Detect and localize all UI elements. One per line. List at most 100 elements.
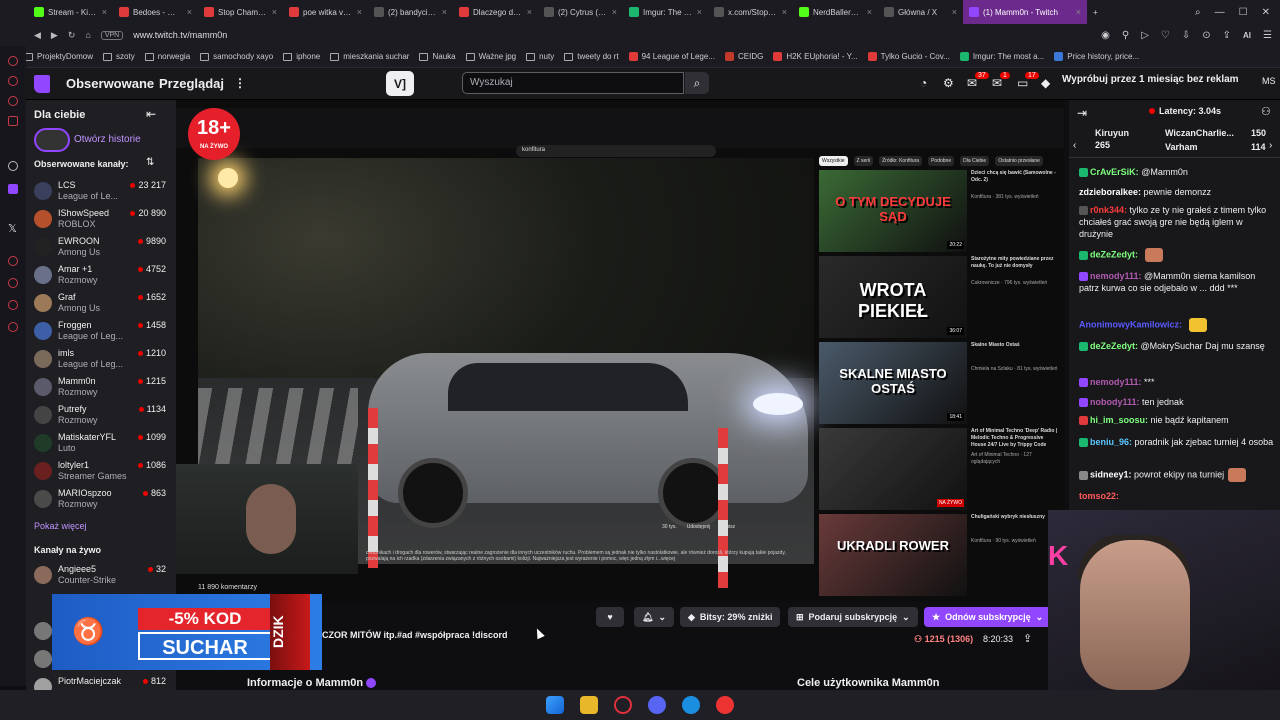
sidebar-icon-5[interactable] xyxy=(8,256,18,266)
followed-channel[interactable]: LCS League of Le... 23 217 xyxy=(32,180,172,204)
followed-channel[interactable]: Putrefy Rozmowy 1134 xyxy=(32,404,172,428)
close-tab-icon[interactable]: × xyxy=(782,7,787,17)
bookmark-item[interactable]: ProjektyDomow xyxy=(24,52,93,61)
channel-avatar[interactable] xyxy=(34,622,52,640)
close-tab-icon[interactable]: × xyxy=(272,7,277,17)
new-tab-icon[interactable]: + xyxy=(1087,0,1104,24)
bookmark-item[interactable]: mieszkania suchar xyxy=(330,52,409,61)
chat-username[interactable]: nemody111: xyxy=(1090,377,1142,387)
sidebar-twitch-icon[interactable] xyxy=(8,184,18,194)
sidebar-icon-3[interactable] xyxy=(8,96,18,106)
sidebar-icon-6[interactable] xyxy=(8,278,18,288)
browser-tab[interactable]: Dlaczego dziewczy × xyxy=(453,0,538,24)
opera-icon[interactable] xyxy=(614,696,632,714)
discord-icon[interactable] xyxy=(648,696,666,714)
chat-username[interactable]: sidneey1: xyxy=(1090,469,1132,479)
browser-tab[interactable]: Imgur: The magic o × xyxy=(623,0,708,24)
chat-username[interactable]: r0nk344: xyxy=(1090,205,1127,215)
share-icon[interactable]: ⇪ xyxy=(1023,632,1032,645)
show-more-link[interactable]: Pokaż więcej xyxy=(34,521,87,531)
bookmark-item[interactable]: norwegia xyxy=(144,52,190,61)
bookmark-item[interactable]: iphone xyxy=(283,52,320,61)
search-tabs-icon[interactable]: ⌕ xyxy=(1195,7,1201,18)
bookmark-item[interactable]: Nauka xyxy=(419,52,456,61)
followed-channel[interactable]: imls League of Leg... 1210 xyxy=(32,348,172,372)
start-icon[interactable] xyxy=(546,696,564,714)
chat-users-icon[interactable]: ⚇ xyxy=(1261,105,1271,118)
search-button[interactable]: ⌕ xyxy=(685,72,709,94)
bookmark-item[interactable]: Price history, price... xyxy=(1054,52,1139,61)
browser-tab[interactable]: (2) Cytrus (@Cytr × xyxy=(538,0,623,24)
notification-bell-button[interactable]: 🔔︎ ⌄ xyxy=(634,607,674,627)
browser-tab[interactable]: poe witka vs poe k × xyxy=(283,0,368,24)
bits-icon[interactable]: ◆ xyxy=(1041,76,1055,90)
more-menu-icon[interactable]: ⋮ xyxy=(234,76,246,90)
play-icon[interactable]: ▷ xyxy=(1141,30,1149,41)
file-explorer-icon[interactable] xyxy=(580,696,598,714)
pin-icon[interactable]: ⚲ xyxy=(1122,30,1129,41)
open-history-link[interactable]: Otwórz historie xyxy=(74,134,141,145)
ai-button[interactable]: AI xyxy=(1243,31,1251,40)
close-tab-icon[interactable]: × xyxy=(187,7,192,17)
bookmark-item[interactable]: 94 League of Lege... xyxy=(628,52,715,61)
chat-username[interactable]: beniu_96: xyxy=(1090,437,1132,447)
bookmark-item[interactable]: CEIDG xyxy=(724,52,763,61)
bookmark-item[interactable]: samochody xayo xyxy=(200,52,273,61)
menu-icon[interactable]: ☰ xyxy=(1263,30,1272,41)
browser-tab[interactable]: NerdBallerTV Strea × xyxy=(793,0,878,24)
close-tab-icon[interactable]: × xyxy=(442,7,447,17)
sidebar-icon-8[interactable] xyxy=(8,322,18,332)
browser-tab[interactable]: Bedoes - Wschód × xyxy=(113,0,198,24)
browser-tab[interactable]: Stop Cham #1486 × xyxy=(198,0,283,24)
followed-channel[interactable]: MatiskaterYFL Luto 1099 xyxy=(32,432,172,456)
drops-icon[interactable]: ⚙ xyxy=(943,76,957,90)
camera-snap-icon[interactable]: ⊙ xyxy=(1202,30,1210,41)
turbo-promo-button[interactable]: Wypróbuj przez 1 miesiąc bez reklam xyxy=(1062,74,1239,85)
followed-channel[interactable]: Amar +1 Rozmowy 4752 xyxy=(32,264,172,288)
close-tab-icon[interactable]: × xyxy=(357,7,362,17)
forward-icon[interactable]: ▶ xyxy=(51,30,58,41)
followed-channel[interactable]: Mamm0n Rozmowy 1215 xyxy=(32,376,172,400)
chat-username[interactable]: nemody111: xyxy=(1090,271,1142,281)
prime-icon[interactable]: ◔ xyxy=(920,76,934,90)
chat-username[interactable]: tomso22: xyxy=(1079,491,1119,501)
download-icon[interactable]: ⇩ xyxy=(1182,30,1190,41)
share-icon[interactable]: ⇪ xyxy=(1223,30,1231,41)
url-field[interactable]: www.twitch.tv/mamm0n xyxy=(133,30,227,40)
chat-username[interactable]: CrAvErSiK: xyxy=(1090,167,1139,177)
bookmark-item[interactable]: H2K EUphoria! - Y... xyxy=(773,52,858,61)
browse-link[interactable]: Przeglądaj xyxy=(159,76,224,91)
twitch-logo-icon[interactable] xyxy=(34,75,50,93)
browser-tab[interactable]: Stream - Kick Dash × xyxy=(28,0,113,24)
channel-logo-icon[interactable]: V] xyxy=(386,71,414,96)
chat-username[interactable]: nobody111: xyxy=(1090,397,1140,407)
top-gifter[interactable]: Varham 114 xyxy=(1165,142,1275,152)
close-tab-icon[interactable]: × xyxy=(102,7,107,17)
gift-sub-button[interactable]: ⊞ Podaruj subskrypcję ⌄ xyxy=(788,607,918,627)
chat-username[interactable]: AnonimowyKamilowicz: xyxy=(1079,319,1182,329)
sidebar-settings-icon[interactable] xyxy=(8,161,18,171)
expand-chat-icon[interactable]: ⇥ xyxy=(1077,106,1087,120)
close-tab-icon[interactable]: × xyxy=(527,7,532,17)
followed-channel[interactable]: loltyler1 Streamer Games 1086 xyxy=(32,460,172,484)
close-tab-icon[interactable]: × xyxy=(867,7,872,17)
bookmark-item[interactable]: nuty xyxy=(526,52,554,61)
followed-channel[interactable]: IShowSpeed ROBLOX 20 890 xyxy=(32,208,172,232)
whispers-icon[interactable]: ✉ 1 xyxy=(992,72,1010,90)
gifters-next-icon[interactable]: › xyxy=(1269,140,1272,151)
browser-tab[interactable]: x.com/StopPajaloc × xyxy=(708,0,793,24)
maximize-icon[interactable]: ☐ xyxy=(1239,7,1248,18)
chat-username[interactable]: hi_im_soosu: xyxy=(1090,415,1148,425)
sidebar-icon-4[interactable] xyxy=(8,116,18,126)
minimize-icon[interactable]: — xyxy=(1215,7,1225,18)
top-gifter[interactable]: WiczanCharlie... 150 xyxy=(1165,128,1275,138)
back-icon[interactable]: ◀ xyxy=(34,30,41,41)
notifications-icon[interactable]: ▭ 17 xyxy=(1017,72,1039,90)
chat-username[interactable]: deZeZedyt: xyxy=(1090,249,1138,259)
bookmark-item[interactable]: Imgur: The most a... xyxy=(959,52,1044,61)
channel-avatar[interactable] xyxy=(34,650,52,668)
following-link[interactable]: Obserwowane xyxy=(66,76,154,91)
followed-channel[interactable]: EWROON Among Us 9890 xyxy=(32,236,172,260)
followed-channel[interactable]: MARIOspzoo Rozmowy 863 xyxy=(32,488,172,512)
sidebar-x-icon[interactable]: 𝕏 xyxy=(8,222,17,235)
